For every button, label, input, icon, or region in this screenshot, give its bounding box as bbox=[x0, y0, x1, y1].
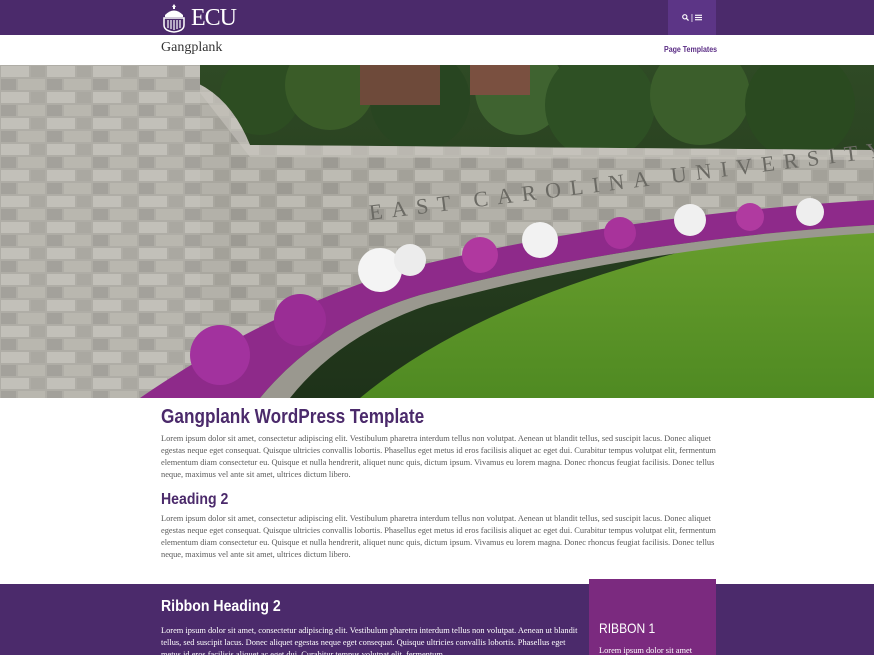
site-name[interactable]: Gangplank bbox=[161, 40, 222, 56]
intro-paragraph: Lorem ipsum dolor sit amet, consectetur … bbox=[161, 434, 716, 479]
section-paragraph: Lorem ipsum dolor sit amet, consectetur … bbox=[161, 514, 716, 559]
ribbon-box-text: Lorem ipsum dolor sit amet bbox=[599, 646, 693, 655]
ecu-logo[interactable]: ECU bbox=[161, 2, 237, 34]
toolbar-separator: | bbox=[690, 13, 694, 22]
nav-link-page-templates[interactable]: Page Templates bbox=[664, 45, 717, 54]
seal-icon bbox=[163, 4, 185, 33]
ribbon-box-title: RIBBON 1 bbox=[599, 620, 656, 636]
ribbon-paragraph: Lorem ipsum dolor sit amet, consectetur … bbox=[161, 626, 578, 655]
page-title: Gangplank WordPress Template bbox=[161, 406, 425, 428]
campus-wall-photo: EAST CAROLINA UNIVERSITY bbox=[0, 65, 874, 398]
main-content: Gangplank WordPress Template Lorem ipsum… bbox=[161, 404, 716, 561]
site-subheader bbox=[0, 35, 874, 65]
logo-wordmark: ECU bbox=[191, 5, 237, 31]
top-bar bbox=[0, 0, 874, 35]
search-icon bbox=[681, 14, 689, 21]
search-menu-button[interactable]: | bbox=[668, 0, 716, 35]
hero-image: EAST CAROLINA UNIVERSITY bbox=[0, 65, 874, 398]
section-heading: Heading 2 bbox=[161, 491, 229, 508]
ribbon-callout-box bbox=[589, 579, 716, 655]
ribbon-heading: Ribbon Heading 2 bbox=[161, 598, 281, 615]
menu-icon bbox=[695, 14, 703, 21]
